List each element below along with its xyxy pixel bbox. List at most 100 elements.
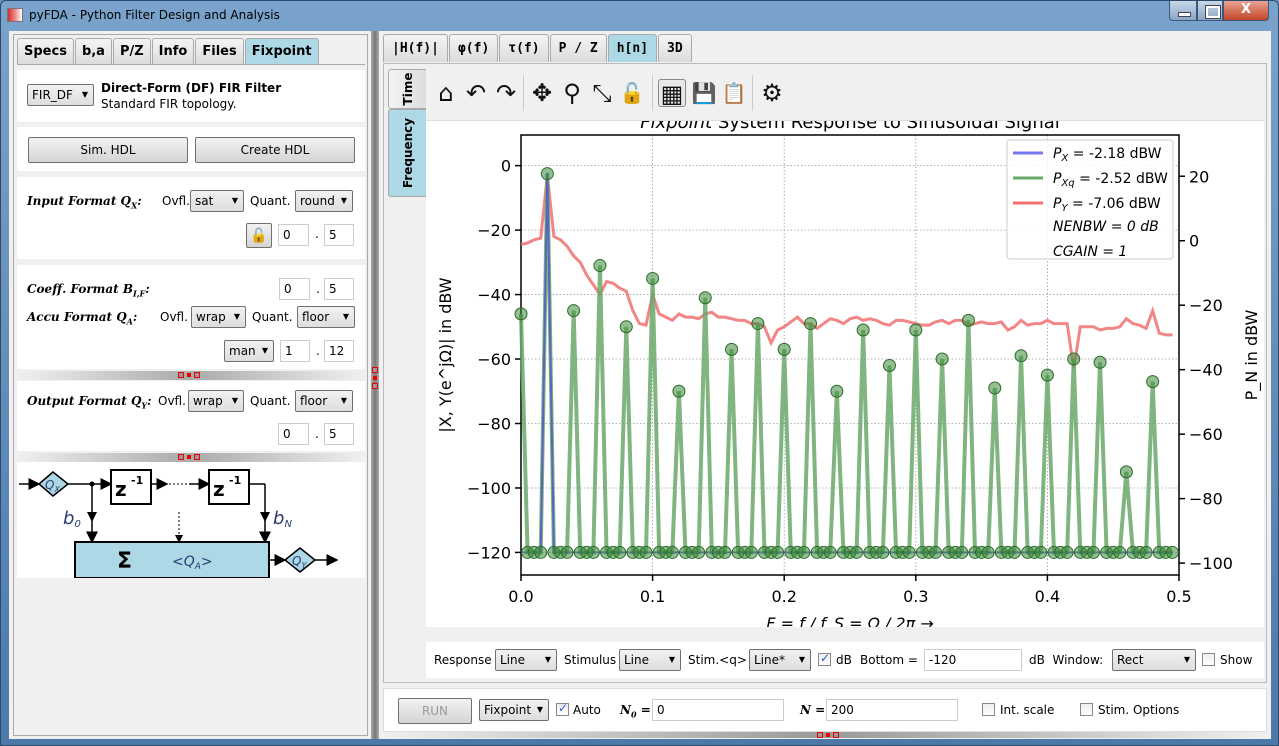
- data-point-xq: [646, 271, 660, 285]
- sim-hdl-button[interactable]: Sim. HDL: [28, 137, 188, 163]
- home-icon[interactable]: ⌂: [432, 79, 460, 107]
- int-scale-checkbox[interactable]: [982, 703, 995, 716]
- tab-ba[interactable]: b,a: [74, 38, 112, 64]
- show-checkbox[interactable]: [1202, 653, 1215, 666]
- accu-mode-select[interactable]: man: [224, 340, 274, 362]
- tab-magnitude[interactable]: |H(f)|: [383, 34, 448, 62]
- grip-icon: [833, 732, 839, 738]
- tab-impulse-response[interactable]: h[n]: [607, 34, 658, 62]
- close-button[interactable]: X: [1223, 1, 1269, 21]
- tab-pole-zero[interactable]: P / Z: [549, 34, 607, 62]
- toolbar-separator: [752, 75, 753, 111]
- tab-phase[interactable]: φ(f): [448, 34, 499, 62]
- int-scale-label: Int. scale: [1000, 703, 1055, 717]
- minimize-button[interactable]: [1169, 1, 1197, 21]
- splitter-handle[interactable]: [17, 371, 365, 380]
- left-tab-bar: Specs b,a P/Z Info Files Fixpoint: [17, 38, 320, 64]
- output-ovfl-select[interactable]: wrap: [188, 390, 244, 412]
- svg-text:z: z: [115, 477, 127, 501]
- save-icon[interactable]: 💾: [690, 79, 718, 107]
- accu-quant-select[interactable]: floor: [297, 306, 355, 328]
- tab-pz[interactable]: P/Z: [112, 38, 151, 64]
- maximize-button[interactable]: [1197, 1, 1223, 21]
- input-frac-field[interactable]: 5: [324, 224, 354, 246]
- auto-checkbox[interactable]: [556, 701, 569, 716]
- coeff-int-field[interactable]: 0: [279, 278, 310, 300]
- redo-icon[interactable]: ↷: [492, 79, 520, 107]
- response-select[interactable]: Line: [495, 649, 557, 671]
- x-tick-label: 0.2: [771, 587, 796, 606]
- tab-group-delay[interactable]: τ(f): [499, 34, 549, 62]
- settings-icon[interactable]: ⚙: [758, 79, 786, 107]
- n0-input[interactable]: 0: [652, 699, 784, 721]
- grip-icon: [178, 372, 184, 378]
- filter-type-select[interactable]: FIR_DF: [27, 84, 94, 106]
- lock-icon[interactable]: 🔓: [618, 79, 646, 107]
- tab-3d[interactable]: 3D: [658, 34, 692, 62]
- output-format-label: Output Format QY:: [27, 394, 152, 411]
- grip-dot-icon: [187, 373, 191, 377]
- input-int-field[interactable]: 0: [278, 224, 309, 246]
- grip-icon: [372, 367, 378, 373]
- lock-button[interactable]: 🔓: [246, 223, 272, 248]
- data-point-xq: [639, 545, 653, 559]
- fullscreen-icon[interactable]: ⤡: [588, 79, 616, 107]
- stimq-select[interactable]: Line*: [749, 649, 811, 671]
- create-hdl-button[interactable]: Create HDL: [195, 137, 355, 163]
- tab-info[interactable]: Info: [151, 38, 195, 64]
- splitter-handle[interactable]: [17, 453, 365, 462]
- pan-icon[interactable]: ✥: [528, 79, 556, 107]
- window-select[interactable]: Rect: [1112, 649, 1196, 671]
- tab-specs[interactable]: Specs: [17, 38, 74, 64]
- grid-icon[interactable]: ▦: [658, 79, 686, 108]
- db-checkbox[interactable]: [818, 651, 831, 666]
- toolbar-separator: [652, 75, 653, 111]
- tab-fixpoint[interactable]: Fixpoint: [244, 38, 319, 64]
- input-quant-label: Quant.: [250, 194, 291, 208]
- accu-quant-label: Quant.: [252, 310, 293, 324]
- app-logo-icon: [7, 8, 23, 22]
- stimulus-select[interactable]: Line: [619, 649, 681, 671]
- y-tick-label: −120: [467, 543, 511, 562]
- input-dot: .: [315, 227, 319, 241]
- data-point-xq: [665, 545, 679, 559]
- coeff-frac-field[interactable]: 5: [324, 278, 354, 300]
- input-quant-select[interactable]: round: [295, 190, 353, 212]
- tab-time[interactable]: Time: [388, 69, 426, 109]
- x-tick-label: 0.3: [903, 587, 928, 606]
- accu-ovfl-select[interactable]: wrap: [191, 306, 246, 328]
- undo-icon[interactable]: ↶: [462, 79, 490, 107]
- data-point-xq: [619, 320, 633, 334]
- title-bar: pyFDA - Python Filter Design and Analysi…: [1, 1, 1278, 31]
- run-button[interactable]: RUN: [398, 698, 472, 724]
- output-frac-field[interactable]: 5: [324, 423, 354, 445]
- data-point-xq: [823, 545, 837, 559]
- tab-frequency[interactable]: Frequency: [388, 109, 426, 197]
- accu-int-field[interactable]: 1: [280, 340, 310, 362]
- legend-entry: NENBW = 0 dB: [1053, 219, 1159, 235]
- stim-options-label: Stim. Options: [1098, 703, 1180, 717]
- bottom-splitter[interactable]: [381, 732, 1269, 738]
- main-splitter[interactable]: [371, 31, 379, 739]
- data-point-xq: [850, 545, 864, 559]
- tab-files[interactable]: Files: [195, 38, 244, 64]
- y2-tick-label: −80: [1189, 490, 1223, 509]
- data-point-xq: [1093, 355, 1107, 369]
- grip-icon: [817, 732, 823, 738]
- data-point-xq: [744, 545, 758, 559]
- input-ovfl-select[interactable]: sat: [190, 190, 244, 212]
- n-input[interactable]: 200: [826, 699, 958, 721]
- sim-mode-select[interactable]: Fixpoint: [479, 699, 549, 721]
- output-quant-select[interactable]: floor: [295, 390, 353, 412]
- output-int-field[interactable]: 0: [278, 423, 309, 445]
- grip-icon: [194, 372, 200, 378]
- data-point-xq: [929, 545, 943, 559]
- data-point-xq: [1060, 545, 1074, 559]
- input-format-card: Input Format QX: Ovfl. sat Quant. round …: [17, 177, 365, 259]
- bottom-input[interactable]: -120: [924, 649, 1022, 671]
- accu-frac-field[interactable]: 12: [324, 340, 354, 362]
- stim-options-checkbox[interactable]: [1080, 703, 1093, 716]
- grip-dot-icon: [373, 376, 377, 380]
- zoom-icon[interactable]: ⚲: [558, 79, 586, 107]
- clipboard-icon[interactable]: 📋: [720, 79, 748, 107]
